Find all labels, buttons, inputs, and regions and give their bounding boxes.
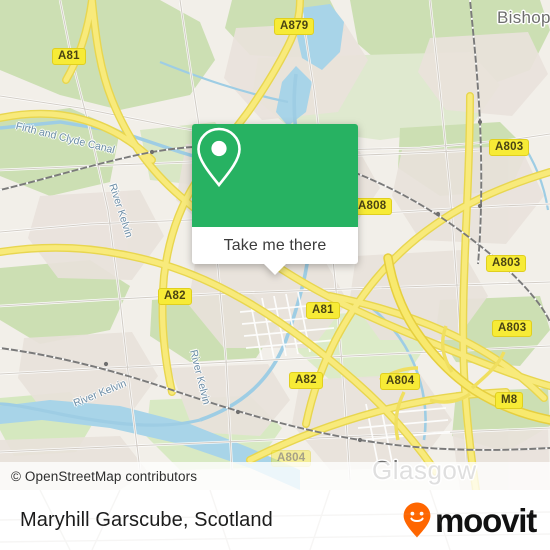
road-shield: M8 [495, 392, 524, 409]
road-shield: A82 [289, 372, 323, 389]
map-attribution-bar: © OpenStreetMap contributors [0, 462, 550, 490]
road-shield: A808 [352, 198, 393, 215]
road-shield: A879 [274, 18, 315, 35]
road-shield: A81 [306, 302, 340, 319]
osm-attribution-text[interactable]: © OpenStreetMap contributors [0, 469, 197, 484]
moovit-wordmark: moovit [435, 501, 537, 539]
road-shield: A804 [380, 373, 421, 390]
moovit-map-page: A879 A81 A803 A808 A803 A82 A81 A803 A82 A804 M8 A8… [0, 0, 550, 550]
moovit-logo[interactable]: moovit [402, 501, 537, 539]
page-title: Maryhill Garscube, Scotland [20, 508, 273, 531]
road-shield: A803 [489, 139, 530, 156]
take-me-there-label: Take me there [223, 236, 327, 254]
page-footer: Maryhill Garscube, Scotland moovit [0, 490, 550, 550]
popup-cta-area[interactable]: Take me there [192, 227, 358, 264]
road-shield: A803 [492, 320, 533, 337]
place-label: Bishopbriggs [497, 8, 550, 27]
popup-image-area [192, 124, 358, 227]
location-popup-card[interactable]: Take me there [192, 124, 358, 275]
popup-pointer-tail [264, 264, 286, 275]
map-canvas[interactable]: A879 A81 A803 A808 A803 A82 A81 A803 A82 A804 M8 A8… [0, 0, 550, 490]
road-shield: A803 [486, 255, 527, 272]
moovit-pin-smile-icon [403, 502, 431, 538]
map-pin-icon [197, 127, 241, 188]
road-shield: A82 [158, 288, 192, 305]
road-shield: A81 [52, 48, 86, 65]
